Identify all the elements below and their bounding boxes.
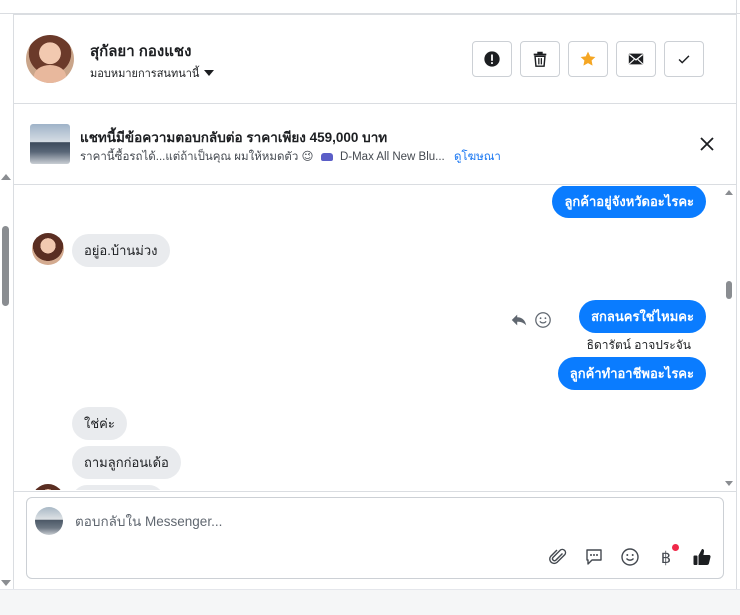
like-button[interactable]: [691, 546, 713, 568]
exclamation-icon: [484, 51, 500, 67]
thumbs-up-icon: [693, 549, 711, 565]
notification-dot: [672, 544, 679, 551]
chat-bubble-icon: [586, 549, 602, 565]
incoming-message[interactable]: ใช่ค่ะ: [72, 407, 127, 440]
reply-icon[interactable]: [510, 311, 528, 329]
mark-done-button[interactable]: [664, 41, 704, 77]
trash-icon: [533, 51, 547, 67]
outgoing-message[interactable]: สกลนครใช่ไหมคะ: [579, 300, 706, 333]
ad-snippet-row: ราคานี้ซื้อรถได้...แต่ถ้าเป็นคุณ ผมให้หม…: [80, 148, 501, 166]
car-icon: [320, 152, 333, 161]
page-avatar: [35, 507, 63, 535]
delete-button[interactable]: [520, 41, 560, 77]
paperclip-icon: [549, 548, 567, 565]
payment-button[interactable]: ฿: [655, 544, 679, 568]
message-thread: ลูกค้าอยู่จังหวัดอะไรคะ อยู่อ.บ้านม่วง ส…: [14, 186, 736, 490]
top-border: [0, 0, 740, 14]
view-ad-link[interactable]: ดูโฆษณา: [454, 151, 501, 163]
assign-label: มอบหมายการสนทนานี้: [90, 68, 200, 80]
ad-title: แชทนี้มีข้อความตอบกลับต่อ ราคาเพียง 459,…: [80, 130, 388, 145]
incoming-message-partial[interactable]: [72, 485, 164, 490]
page-scrollbar[interactable]: [0, 170, 12, 590]
close-icon[interactable]: [698, 135, 716, 153]
caret-down-icon: [204, 70, 215, 76]
composer-tools: ฿: [547, 544, 713, 568]
check-icon: [678, 55, 690, 64]
message-tools: [510, 311, 552, 329]
star-icon: [580, 51, 596, 66]
thread-scrollbar[interactable]: [722, 186, 736, 490]
reply-input[interactable]: [75, 510, 675, 532]
scroll-down-arrow-icon[interactable]: [1, 580, 11, 586]
envelope-icon: [628, 53, 644, 65]
assign-conversation-dropdown[interactable]: มอบหมายการสนทนานี้: [90, 64, 215, 82]
outgoing-message[interactable]: ลูกค้าอยู่จังหวัดอะไรคะ: [552, 186, 706, 218]
saved-replies-button[interactable]: [583, 546, 605, 568]
ad-reference-banner: แชทนี้มีข้อความตอบกลับต่อ ราคาเพียง 459,…: [14, 105, 736, 185]
scroll-down-arrow-icon[interactable]: [725, 481, 733, 486]
mark-unread-button[interactable]: [616, 41, 656, 77]
ad-snippet: ราคานี้ซื้อรถได้...แต่ถ้าเป็นคุณ ผมให้หม…: [80, 151, 314, 163]
contact-avatar-small: [32, 484, 64, 490]
emoji-button[interactable]: [619, 546, 641, 568]
incoming-message[interactable]: ถามลูกก่อนเด้อ: [72, 446, 181, 479]
contact-avatar-small: [32, 233, 64, 265]
scroll-thumb[interactable]: [2, 226, 9, 306]
star-button[interactable]: [568, 41, 608, 77]
react-emoji-icon[interactable]: [534, 311, 552, 329]
ad-car-text: D-Max All New Blu...: [339, 151, 445, 163]
smiley-icon: [621, 548, 639, 566]
conversation-header: สุกัลยา กองแชง มอบหมายการสนทนานี้: [14, 15, 736, 104]
scroll-up-arrow-icon[interactable]: [1, 174, 11, 180]
contact-name[interactable]: สุกัลยา กองแชง: [90, 39, 191, 63]
composer-area: ฿: [14, 491, 736, 590]
header-actions: [472, 41, 704, 77]
outgoing-message[interactable]: ลูกค้าทำอาชีพอะไรคะ: [557, 357, 706, 390]
sender-name: ธิดารัตน์ อาจประจัน: [586, 338, 691, 352]
reply-composer: ฿: [26, 497, 724, 579]
conversation-panel: สุกัลยา กองแชง มอบหมายการสนทนานี้ แชทนี้…: [13, 14, 737, 589]
scroll-up-arrow-icon[interactable]: [725, 190, 733, 195]
contact-avatar[interactable]: [26, 35, 74, 83]
ad-thumbnail[interactable]: [30, 124, 70, 164]
attach-button[interactable]: [547, 546, 569, 568]
window-bottom-strip: [0, 589, 740, 615]
report-button[interactable]: [472, 41, 512, 77]
incoming-message[interactable]: อยู่อ.บ้านม่วง: [72, 234, 170, 267]
baht-icon: ฿: [660, 547, 672, 567]
scroll-thumb[interactable]: [726, 281, 732, 299]
